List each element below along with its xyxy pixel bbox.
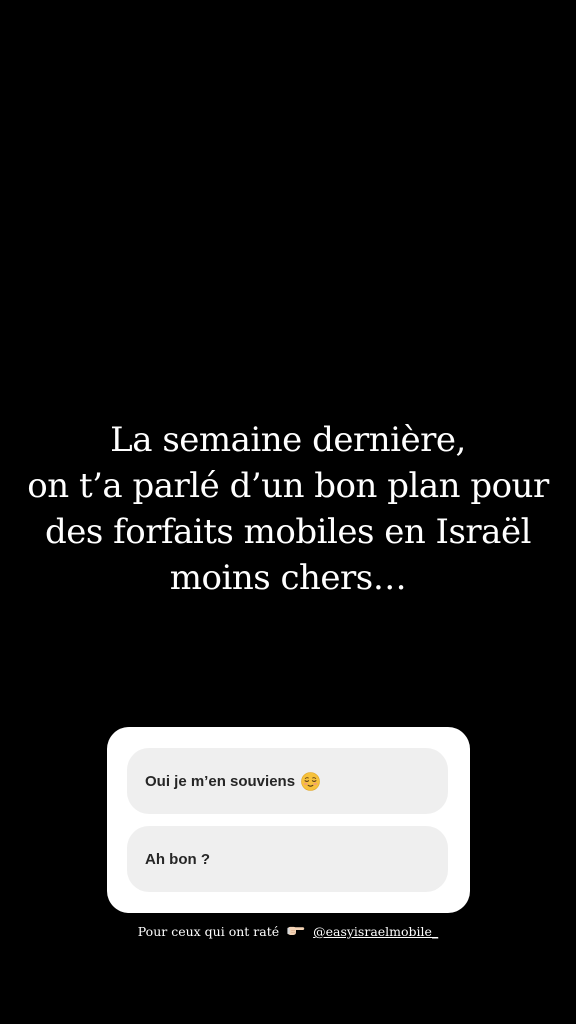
- poll-option-label: Oui je m’en souviens: [145, 772, 296, 790]
- poll-option-remember[interactable]: Oui je m’en souviens: [127, 748, 448, 814]
- account-mention-link[interactable]: @easyisraelmobile_: [313, 924, 438, 939]
- pointing-right-hand-icon: [287, 926, 305, 935]
- poll-sticker: Oui je m’en souviens Ah bon ?: [107, 727, 470, 913]
- headline-line-1: La semaine dernière,: [110, 420, 466, 460]
- story-canvas: La semaine dernière, on t’a parlé d’un b…: [0, 0, 576, 1024]
- headline-line-4: moins chers…: [169, 558, 407, 598]
- headline-line-2: on t’a parlé d’un bon plan pour: [27, 466, 549, 506]
- poll-option-really[interactable]: Ah bon ?: [127, 826, 448, 892]
- caption-text: Pour ceux qui ont raté: [137, 924, 280, 939]
- headline-line-3: des forfaits mobiles en Israël: [45, 512, 531, 552]
- relieved-face-emoji-icon: [301, 771, 320, 791]
- story-caption: Pour ceux qui ont raté @easyisraelmobile…: [0, 924, 576, 939]
- story-headline: La semaine dernière, on t’a parlé d’un b…: [20, 417, 556, 601]
- poll-option-label: Ah bon ?: [145, 850, 210, 868]
